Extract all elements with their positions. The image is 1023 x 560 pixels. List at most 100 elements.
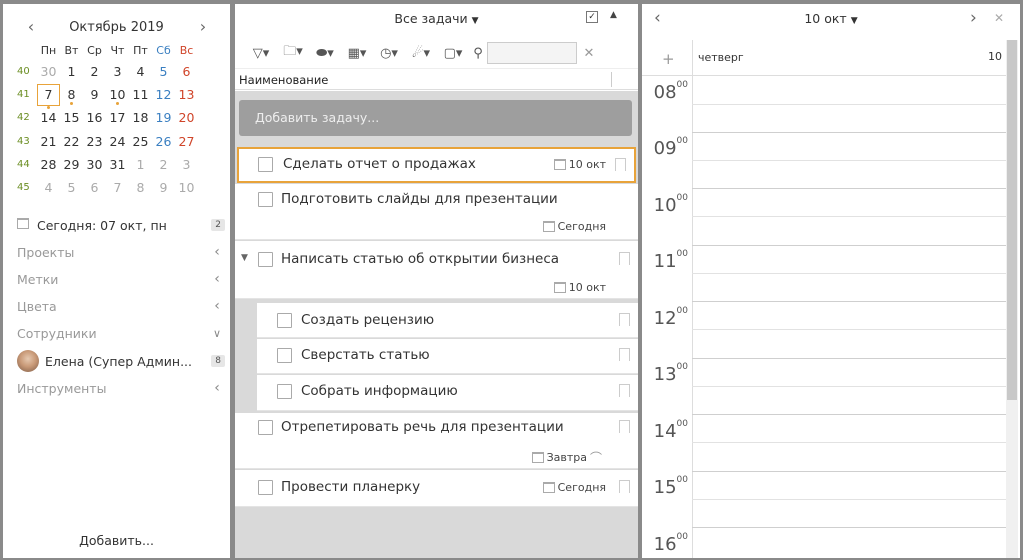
calendar-day[interactable]: 11: [129, 87, 152, 102]
calendar-day[interactable]: 5: [60, 180, 83, 195]
calendar-day[interactable]: 3: [175, 157, 198, 172]
task-checkbox[interactable]: [258, 420, 273, 435]
priority-icon[interactable]: ☄▾: [405, 42, 437, 64]
calendar-day[interactable]: 25: [129, 134, 152, 149]
clock-icon[interactable]: ◷▾: [373, 42, 405, 64]
today-filter[interactable]: Сегодня: 07 окт, пн 2: [17, 215, 225, 235]
calendar-day[interactable]: 8: [129, 180, 152, 195]
folder-icon[interactable]: 🗀▾: [277, 42, 309, 64]
day-header: + четверг 10: [642, 40, 1006, 76]
calendar-day[interactable]: 6: [175, 64, 198, 79]
bookmark-icon[interactable]: [619, 420, 630, 433]
calendar-day[interactable]: 10: [175, 180, 198, 195]
task-checkbox[interactable]: [258, 252, 273, 267]
calendar-day[interactable]: 13: [175, 87, 198, 102]
calendar-day[interactable]: 17: [106, 110, 129, 125]
calendar-day[interactable]: 15: [60, 110, 83, 125]
calendar-day[interactable]: 30: [83, 157, 106, 172]
calendar-day[interactable]: 9: [152, 180, 175, 195]
collapse-icon[interactable]: ▲: [610, 10, 617, 20]
bookmark-icon[interactable]: [619, 313, 630, 326]
task-title: Сделать отчет о продажах: [283, 156, 476, 172]
bookmark-icon[interactable]: [619, 252, 630, 265]
task-due-label: Сегодня: [557, 481, 606, 494]
calendar-day[interactable]: 12: [152, 87, 175, 102]
calendar-day[interactable]: 1: [129, 157, 152, 172]
hour-label: 1000: [653, 193, 688, 216]
color-icon[interactable]: ▢▾: [437, 42, 469, 64]
calendar-day[interactable]: 2: [83, 64, 106, 79]
calendar-day[interactable]: 3: [106, 64, 129, 79]
subtask-row[interactable]: Собрать информацию: [257, 375, 638, 411]
calendar-day[interactable]: 14: [37, 110, 60, 125]
task-row[interactable]: ▼ Написать статью об открытии бизнеса 10…: [235, 241, 638, 299]
add-event-icon[interactable]: +: [662, 50, 675, 68]
clear-search-icon[interactable]: ✕: [577, 46, 601, 61]
calendar-day[interactable]: 4: [129, 64, 152, 79]
task-checkbox[interactable]: [277, 313, 292, 328]
calendar-day[interactable]: 5: [152, 64, 175, 79]
task-checkbox[interactable]: [277, 348, 292, 363]
calendar-day[interactable]: 9: [83, 87, 106, 102]
close-icon[interactable]: ✕: [994, 11, 1004, 25]
filter-selector[interactable]: Все задачи ▼: [235, 11, 638, 26]
calendar-day[interactable]: 24: [106, 134, 129, 149]
calendar-day[interactable]: 23: [83, 134, 106, 149]
task-row[interactable]: Отрепетировать речь для презентации Завт…: [235, 413, 638, 469]
calendar-day[interactable]: 27: [175, 134, 198, 149]
calendar-day[interactable]: 20: [175, 110, 198, 125]
calendar-day-today[interactable]: 7: [37, 83, 60, 109]
sidebar-item-tools[interactable]: Инструменты ‹: [17, 378, 225, 398]
calendar-day[interactable]: 26: [152, 134, 175, 149]
calendar-day[interactable]: 7: [106, 180, 129, 195]
bookmark-icon[interactable]: [619, 384, 630, 397]
task-row[interactable]: Сделать отчет о продажах 10 окт: [237, 147, 636, 183]
calendar-day[interactable]: 18: [129, 110, 152, 125]
calendar-icon[interactable]: ▦▾: [341, 42, 373, 64]
task-checkbox[interactable]: [258, 192, 273, 207]
hour-label: 1600: [653, 532, 688, 555]
calendar-day[interactable]: 10: [106, 87, 129, 106]
add-task-input[interactable]: Добавить задачу...: [239, 100, 632, 136]
calendar-day[interactable]: 4: [37, 180, 60, 195]
calendar-day[interactable]: 1: [60, 64, 83, 79]
checkbox-toggle-icon[interactable]: ✓: [586, 11, 598, 23]
calendar-day[interactable]: 21: [37, 134, 60, 149]
sidebar-item-projects[interactable]: Проекты ‹: [17, 242, 225, 262]
calendar-day[interactable]: 30: [37, 64, 60, 79]
task-due-label: 10 окт: [568, 281, 606, 294]
calendar-day[interactable]: 8: [60, 87, 83, 106]
sidebar-item-user[interactable]: Елена (Супер Админ... 8: [17, 348, 225, 374]
calendar-day[interactable]: 31: [106, 157, 129, 172]
date-selector[interactable]: 10 окт ▼: [642, 11, 1020, 26]
filter-icon[interactable]: ▽▾: [245, 42, 277, 64]
calendar-day[interactable]: 28: [37, 157, 60, 172]
subtask-row[interactable]: Создать рецензию: [257, 303, 638, 338]
expand-arrow-icon[interactable]: ▼: [241, 253, 248, 263]
task-checkbox[interactable]: [258, 480, 273, 495]
calendar-day[interactable]: 16: [83, 110, 106, 125]
column-header[interactable]: Наименование: [235, 68, 638, 90]
task-checkbox[interactable]: [277, 384, 292, 399]
task-checkbox[interactable]: [258, 157, 273, 172]
calendar-day[interactable]: 6: [83, 180, 106, 195]
task-row[interactable]: Провести планерку Сегодня: [235, 470, 638, 507]
task-row[interactable]: Подготовить слайды для презентации Сегод…: [235, 184, 638, 240]
sidebar-item-employees[interactable]: Сотрудники ∨: [17, 323, 225, 343]
bookmark-icon[interactable]: [619, 480, 630, 493]
search-input[interactable]: [487, 42, 577, 64]
subtask-row[interactable]: Сверстать статью: [257, 339, 638, 374]
calendar-day[interactable]: 29: [60, 157, 83, 172]
day-number: 10: [988, 50, 1002, 63]
calendar-day[interactable]: 2: [152, 157, 175, 172]
calendar-day[interactable]: 19: [152, 110, 175, 125]
next-day-icon[interactable]: ›: [970, 8, 977, 28]
sidebar-item-tags[interactable]: Метки ‹: [17, 269, 225, 289]
calendar-day[interactable]: 22: [60, 134, 83, 149]
bookmark-icon[interactable]: [615, 158, 626, 171]
bookmark-icon[interactable]: [619, 348, 630, 361]
sidebar-item-colors[interactable]: Цвета ‹: [17, 296, 225, 316]
next-month-icon[interactable]: ›: [193, 18, 213, 38]
tag-icon[interactable]: ⬬▾: [309, 42, 341, 64]
add-button[interactable]: Добавить...: [3, 533, 230, 548]
